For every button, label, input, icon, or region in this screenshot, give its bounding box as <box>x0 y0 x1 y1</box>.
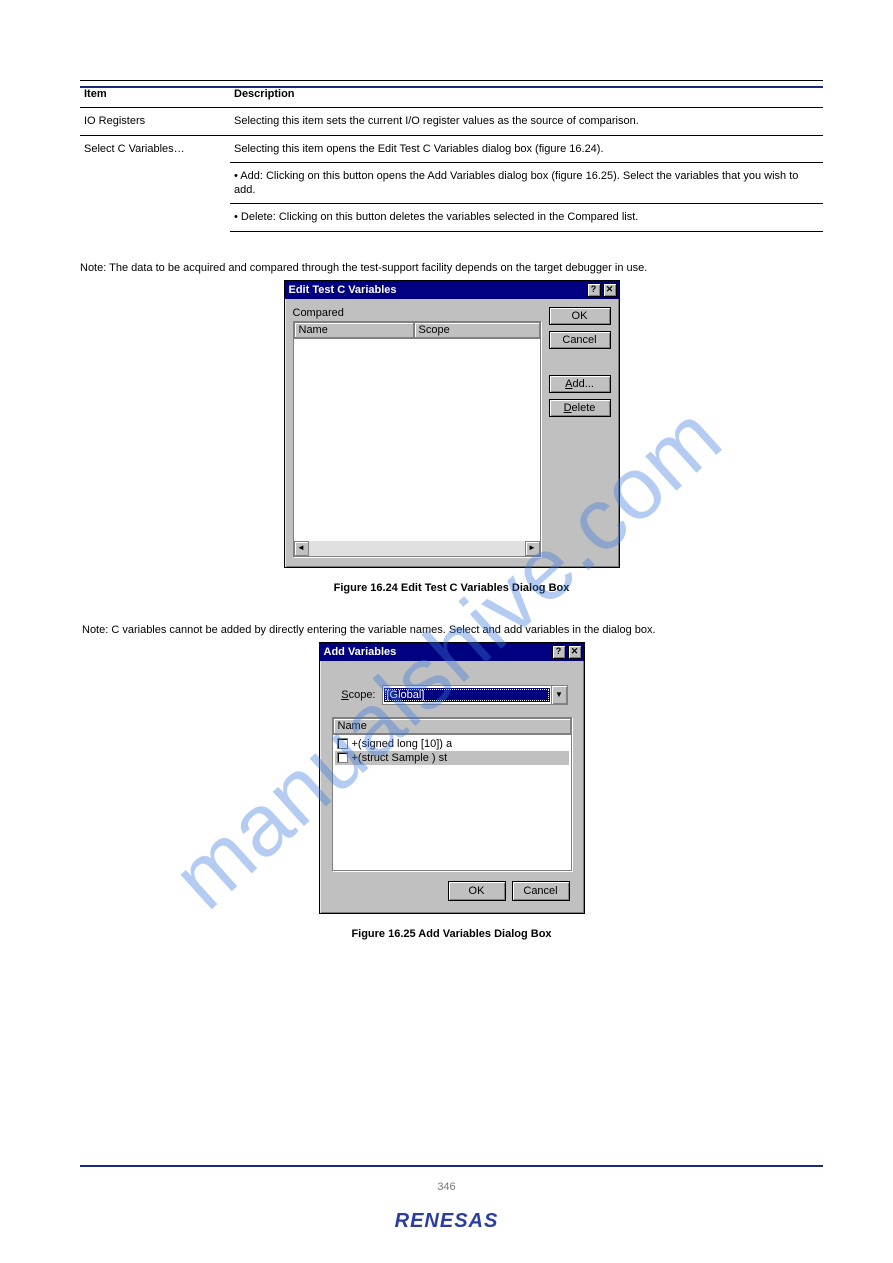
dialog2-title: Add Variables <box>324 646 550 658</box>
scroll-left-icon[interactable]: ◄ <box>294 541 309 556</box>
compared-list[interactable]: Name Scope ◄ ► <box>293 321 541 557</box>
close-icon[interactable]: ✕ <box>603 283 617 297</box>
scope-label: Scope: <box>336 689 382 701</box>
ok-button[interactable]: OK <box>448 881 506 901</box>
table-sub-row: • Add: Clicking on this button opens the… <box>230 162 823 204</box>
dialog2-figure: Add Variables ? ✕ Scope: [Global] ▼ Name <box>80 642 823 914</box>
help-icon[interactable]: ? <box>552 645 566 659</box>
button-spacer <box>549 355 611 369</box>
table-cell-item: IO Registers <box>80 108 230 134</box>
document-page: manualshive.com Item Description IO Regi… <box>0 0 893 1263</box>
brand-logo: RENESAS <box>0 1210 893 1233</box>
dialog2-titlebar[interactable]: Add Variables ? ✕ <box>320 643 584 661</box>
variables-list-header: Name <box>333 718 571 735</box>
col-name[interactable]: Name <box>333 718 571 734</box>
list-item[interactable]: +(signed long [10]) a <box>335 737 569 751</box>
table-cell-desc: Selecting this item sets the current I/O… <box>230 108 823 134</box>
cancel-button[interactable]: Cancel <box>549 331 611 349</box>
list-item[interactable]: +(struct Sample ) st <box>335 751 569 765</box>
compared-label: Compared <box>293 307 541 319</box>
dialog1-title: Edit Test C Variables <box>289 284 585 296</box>
dialog1-titlebar[interactable]: Edit Test C Variables ? ✕ <box>285 281 619 299</box>
table-row: Select C Variables… Selecting this item … <box>80 136 823 162</box>
table-row: IO Registers Selecting this item sets th… <box>80 108 823 135</box>
description-table: Item Description IO Registers Selecting … <box>80 80 823 232</box>
dialog2-button-row: OK Cancel <box>330 881 570 901</box>
table-cell-item: Select C Variables… <box>80 136 230 162</box>
table-header-row: Item Description <box>80 80 823 108</box>
add-variables-dialog: Add Variables ? ✕ Scope: [Global] ▼ Name <box>319 642 585 914</box>
table-header-item: Item <box>80 81 230 107</box>
page-number: 346 <box>0 1181 893 1193</box>
item-label: +(struct Sample ) st <box>352 752 448 764</box>
note-text: Note: C variables cannot be added by dir… <box>82 624 823 636</box>
scroll-track[interactable] <box>309 541 525 556</box>
scope-combobox[interactable]: [Global] ▼ <box>382 685 568 705</box>
compared-list-body[interactable] <box>294 339 540 541</box>
table-sub-rows: • Add: Clicking on this button opens the… <box>80 162 823 232</box>
add-button[interactable]: Add... <box>549 375 611 393</box>
horizontal-scrollbar[interactable]: ◄ ► <box>294 541 540 556</box>
scope-value: [Global] <box>384 688 550 702</box>
note-text: Note: The data to be acquired and compar… <box>80 262 823 274</box>
col-scope[interactable]: Scope <box>414 322 540 338</box>
chevron-down-icon[interactable]: ▼ <box>551 686 567 704</box>
variables-list-body[interactable]: +(signed long [10]) a +(struct Sample ) … <box>333 735 571 870</box>
scroll-right-icon[interactable]: ► <box>525 541 540 556</box>
dialog1-figure: Edit Test C Variables ? ✕ Compared Name … <box>80 280 823 568</box>
scope-row: Scope: [Global] ▼ <box>336 685 568 705</box>
table-sub-row: • Delete: Clicking on this button delete… <box>230 203 823 231</box>
help-icon[interactable]: ? <box>587 283 601 297</box>
variables-list[interactable]: Name +(signed long [10]) a +(struct Samp… <box>332 717 572 871</box>
compared-list-header: Name Scope <box>294 322 540 339</box>
edit-test-c-variables-dialog: Edit Test C Variables ? ✕ Compared Name … <box>284 280 620 568</box>
checkbox[interactable] <box>337 752 348 763</box>
top-rule <box>80 86 823 88</box>
checkbox[interactable] <box>337 738 348 749</box>
figure-caption: Figure 16.25 Add Variables Dialog Box <box>80 928 823 940</box>
table-header-desc: Description <box>230 81 823 107</box>
bottom-rule <box>80 1165 823 1167</box>
table-cell-desc: Selecting this item opens the Edit Test … <box>230 136 823 162</box>
delete-button[interactable]: Delete <box>549 399 611 417</box>
cancel-button[interactable]: Cancel <box>512 881 570 901</box>
ok-button[interactable]: OK <box>549 307 611 325</box>
figure-caption: Figure 16.24 Edit Test C Variables Dialo… <box>80 582 823 594</box>
col-name[interactable]: Name <box>294 322 414 338</box>
close-icon[interactable]: ✕ <box>568 645 582 659</box>
item-label: +(signed long [10]) a <box>352 738 453 750</box>
